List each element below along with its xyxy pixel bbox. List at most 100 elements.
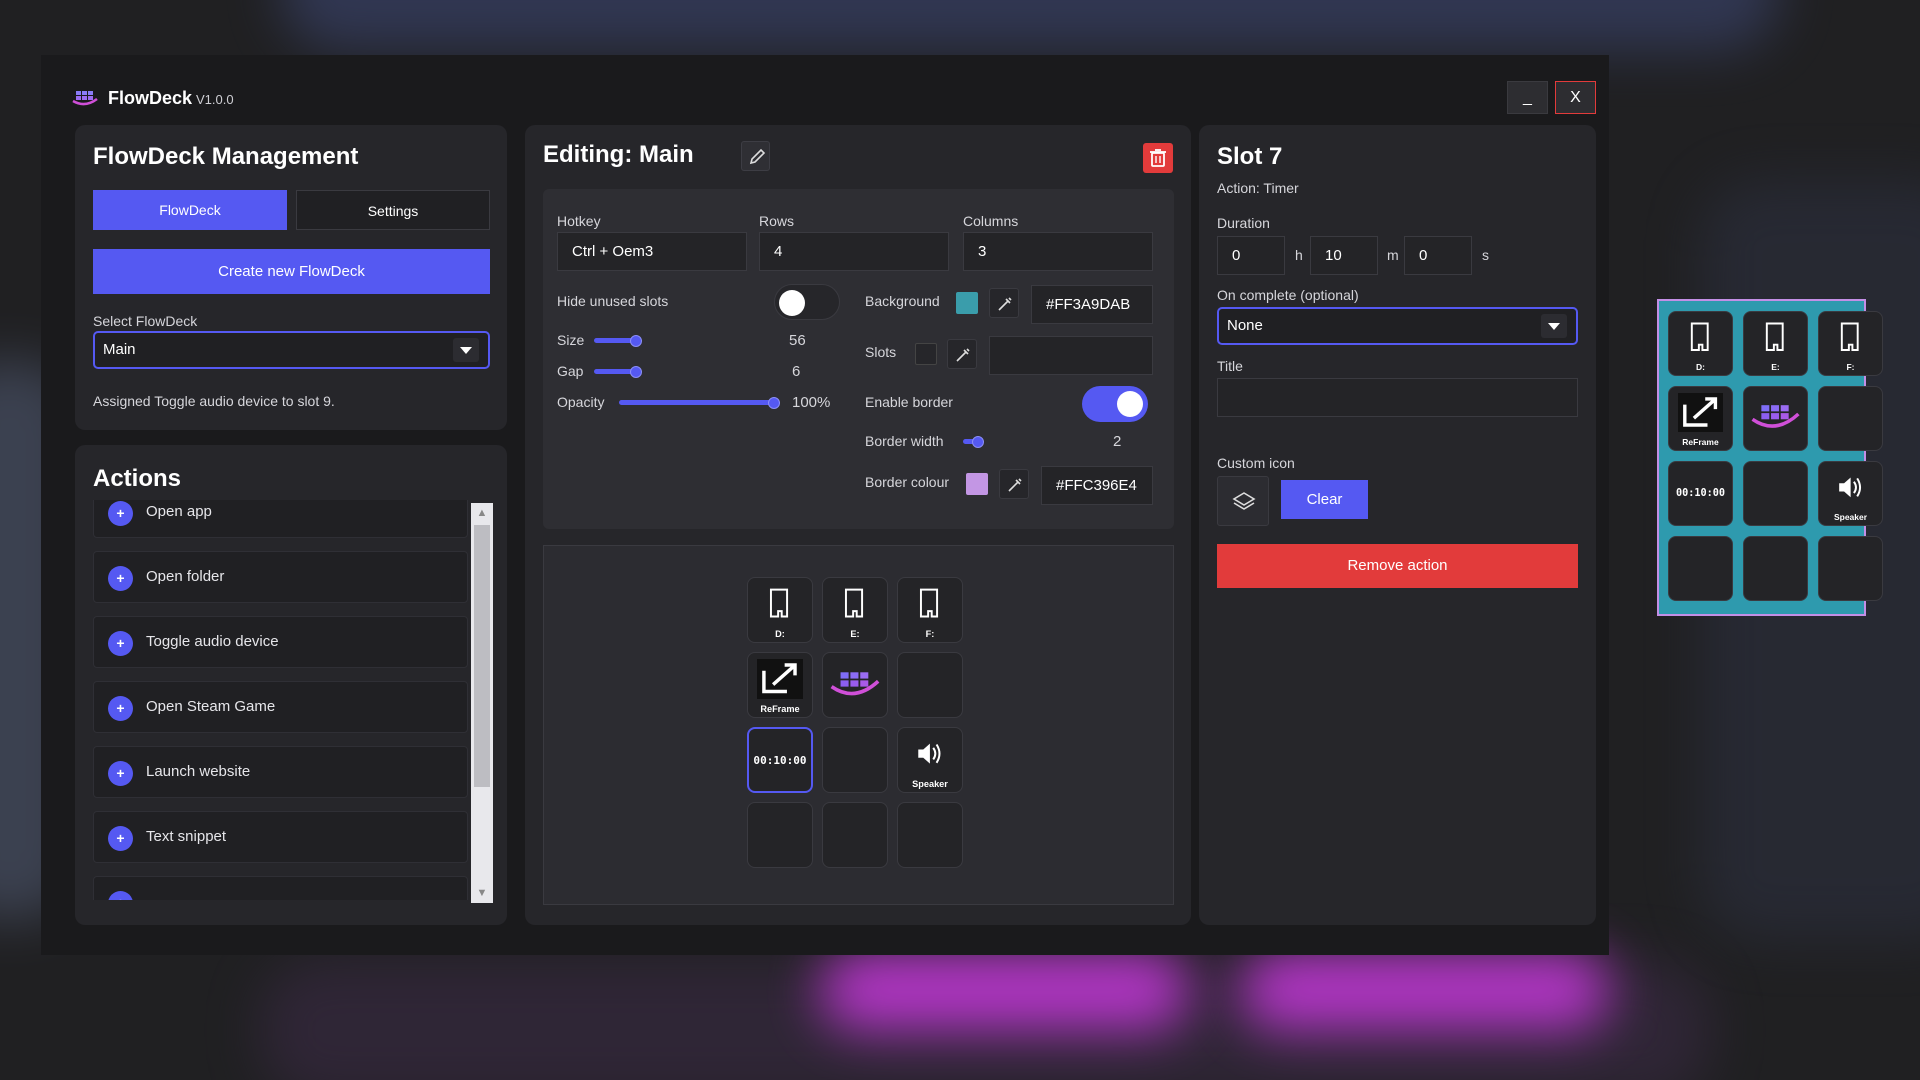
reframe-icon <box>756 659 804 700</box>
deck-slot-7[interactable]: 00:10:00 <box>1668 461 1733 526</box>
minutes-unit: m <box>1387 247 1399 263</box>
action-item-toggle-audio[interactable]: + Toggle audio device <box>93 616 468 668</box>
border-colour-picker-button[interactable] <box>999 469 1029 499</box>
rows-input[interactable]: 4 <box>759 232 949 271</box>
scroll-up-icon[interactable]: ▲ <box>471 503 493 523</box>
seconds-input[interactable]: 0 <box>1404 236 1472 275</box>
opacity-slider[interactable] <box>619 400 774 405</box>
tab-settings[interactable]: Settings <box>296 190 490 230</box>
deck-slot-9[interactable]: Speaker <box>1818 461 1883 526</box>
deck-slot-9[interactable]: Speaker <box>897 727 963 793</box>
flowdeck-select[interactable]: Main <box>93 331 490 369</box>
background-swatch[interactable] <box>956 292 978 314</box>
deck-slot-5[interactable] <box>1743 386 1808 451</box>
minimize-button[interactable]: _ <box>1507 81 1548 114</box>
enable-border-toggle[interactable] <box>1082 386 1148 422</box>
action-item-text-snippet[interactable]: + Text snippet <box>93 811 468 863</box>
slots-color-input[interactable] <box>989 336 1153 375</box>
add-icon: + <box>108 826 133 851</box>
gap-slider-knob[interactable] <box>630 366 642 378</box>
hide-unused-toggle[interactable] <box>774 284 840 320</box>
slot-title-input[interactable] <box>1217 378 1578 417</box>
deck-slot-7[interactable]: 00:10:00 <box>747 727 813 793</box>
columns-input[interactable]: 3 <box>963 232 1153 271</box>
border-colour-swatch[interactable] <box>966 473 988 495</box>
add-icon: + <box>108 891 133 900</box>
actions-scrollbar[interactable]: ▲ ▼ <box>471 503 493 903</box>
actions-title: Actions <box>93 465 182 492</box>
action-item-partial[interactable]: + <box>93 876 468 900</box>
management-panel: FlowDeck Management FlowDeck Settings Cr… <box>75 125 507 430</box>
minutes-input[interactable]: 10 <box>1310 236 1378 275</box>
tab-flowdeck[interactable]: FlowDeck <box>93 190 287 230</box>
toggle-knob <box>779 290 805 316</box>
action-item-launch-website[interactable]: + Launch website <box>93 746 468 798</box>
deck-slot-12[interactable] <box>897 802 963 868</box>
background-color-input[interactable]: #FF3A9DAB <box>1031 285 1153 324</box>
flowdeck-logo-icon <box>830 671 880 695</box>
deck-slot-11[interactable] <box>822 802 888 868</box>
size-slider-knob[interactable] <box>630 335 642 347</box>
title-bar: FlowDeck V1.0.0 _ X <box>41 55 1609 131</box>
chevron-down-icon <box>453 338 479 362</box>
deck-slot-6[interactable] <box>1818 386 1883 451</box>
deck-slot-10[interactable] <box>1668 536 1733 601</box>
deck-slot-8[interactable] <box>1743 461 1808 526</box>
action-label: Open Steam Game <box>146 698 276 715</box>
app-window: FlowDeck V1.0.0 _ X FlowDeck Management … <box>41 55 1609 955</box>
on-complete-select[interactable]: None <box>1217 307 1578 345</box>
deck-slot-12[interactable] <box>1818 536 1883 601</box>
border-width-slider-knob[interactable] <box>972 436 984 448</box>
custom-icon-button[interactable] <box>1217 476 1269 526</box>
clear-icon-button[interactable]: Clear <box>1281 480 1368 519</box>
deck-slot-1[interactable]: D: <box>747 577 813 643</box>
deck-slot-1[interactable]: D: <box>1668 311 1733 376</box>
deck-slot-5[interactable] <box>822 652 888 718</box>
scrollbar-thumb[interactable] <box>474 525 490 787</box>
remove-action-button[interactable]: Remove action <box>1217 544 1578 588</box>
deck-slot-4[interactable]: ReFrame <box>1668 386 1733 451</box>
floating-deck-preview: D: E: F: ReFrame 00:10:00 Speaker <box>1657 299 1883 616</box>
delete-deck-button[interactable] <box>1143 143 1173 173</box>
action-label: Text snippet <box>146 828 227 845</box>
slot-label: ReFrame <box>760 703 800 714</box>
hours-input[interactable]: 0 <box>1217 236 1285 275</box>
close-button[interactable]: X <box>1555 81 1596 114</box>
deck-slot-8[interactable] <box>822 727 888 793</box>
custom-icon-label: Custom icon <box>1217 455 1295 471</box>
opacity-slider-knob[interactable] <box>768 397 780 409</box>
deck-slot-6[interactable] <box>897 652 963 718</box>
deck-slot-11[interactable] <box>1743 536 1808 601</box>
deck-slot-4[interactable]: ReFrame <box>747 652 813 718</box>
opacity-value: 100% <box>792 394 831 411</box>
floating-deck-grid: D: E: F: ReFrame 00:10:00 Speaker <box>1668 311 1883 601</box>
action-item-open-app[interactable]: + Open app <box>93 500 468 538</box>
deck-slot-3[interactable]: F: <box>897 577 963 643</box>
hotkey-label: Hotkey <box>557 213 601 229</box>
background-picker-button[interactable] <box>989 288 1019 318</box>
drive-icon <box>1690 322 1709 351</box>
on-complete-label: On complete (optional) <box>1217 287 1359 303</box>
scroll-down-icon[interactable]: ▼ <box>471 883 493 903</box>
hours-unit: h <box>1295 247 1303 263</box>
action-item-open-folder[interactable]: + Open folder <box>93 551 468 603</box>
action-label: Open folder <box>146 568 225 585</box>
deck-slot-3[interactable]: F: <box>1818 311 1883 376</box>
action-label: Open app <box>146 503 212 520</box>
slots-picker-button[interactable] <box>947 339 977 369</box>
action-label: Toggle audio device <box>146 633 279 650</box>
action-item-steam-game[interactable]: + Open Steam Game <box>93 681 468 733</box>
actions-list: + Open app + Open folder + Toggle audio … <box>93 500 468 900</box>
slots-swatch[interactable] <box>915 343 937 365</box>
border-colour-input[interactable]: #FFC396E4 <box>1041 466 1153 505</box>
speaker-icon <box>1839 477 1861 498</box>
border-width-value: 2 <box>1113 433 1122 450</box>
create-flowdeck-button[interactable]: Create new FlowDeck <box>93 249 490 294</box>
deck-slot-2[interactable]: E: <box>822 577 888 643</box>
drive-icon <box>770 588 789 618</box>
deck-slot-2[interactable]: E: <box>1743 311 1808 376</box>
drive-icon <box>920 588 939 618</box>
hotkey-input[interactable]: Ctrl + Oem3 <box>557 232 747 271</box>
deck-slot-10[interactable] <box>747 802 813 868</box>
rename-button[interactable] <box>741 141 770 171</box>
